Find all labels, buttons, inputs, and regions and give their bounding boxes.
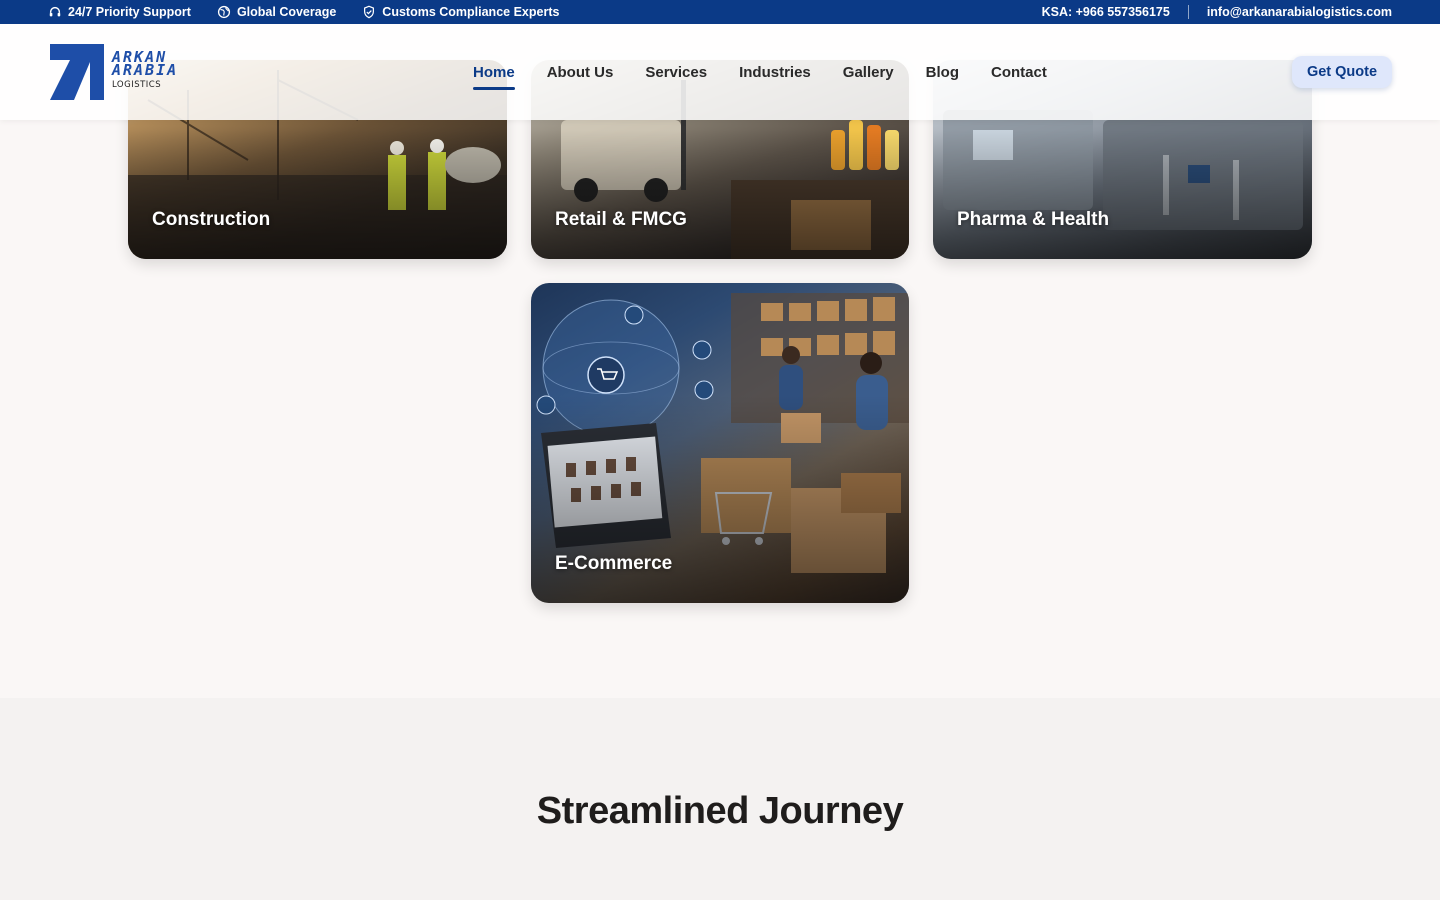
phone-link[interactable]: KSA: +966 557356175 xyxy=(1042,5,1170,19)
nav-industries[interactable]: Industries xyxy=(739,60,811,85)
top-info-bar: 24/7 Priority Support Global Coverage Cu… xyxy=(0,0,1440,24)
top-info-left: 24/7 Priority Support Global Coverage Cu… xyxy=(48,5,559,19)
card-label: E-Commerce xyxy=(555,553,673,574)
arkan-logo-icon xyxy=(50,44,104,100)
site-header: ARKAN ARABIA LOGISTICS Home About Us Ser… xyxy=(0,24,1440,120)
nav-home[interactable]: Home xyxy=(473,60,515,90)
card-overlay xyxy=(531,129,909,259)
coverage-text: Global Coverage xyxy=(236,5,337,19)
compliance-text: Customs Compliance Experts xyxy=(382,5,560,19)
brand-logo[interactable]: ARKAN ARABIA LOGISTICS xyxy=(50,44,210,100)
coverage-info: Global Coverage xyxy=(217,5,336,19)
support-info: 24/7 Priority Support xyxy=(48,5,191,19)
card-label: Pharma & Health xyxy=(957,209,1110,230)
nav-about-us[interactable]: About Us xyxy=(547,60,614,85)
nav-gallery[interactable]: Gallery xyxy=(843,60,894,85)
section-title: Streamlined Journey xyxy=(536,790,904,832)
journey-section: Streamlined Journey xyxy=(0,698,1440,900)
industry-card-ecommerce[interactable]: E-Commerce xyxy=(531,283,909,603)
card-overlay xyxy=(128,129,507,259)
card-overlay xyxy=(933,129,1312,259)
card-label: Construction xyxy=(152,209,271,230)
logo-wordmark: ARKAN ARABIA LOGISTICS xyxy=(112,50,179,91)
headset-icon xyxy=(49,6,61,17)
nav-services[interactable]: Services xyxy=(645,60,707,85)
divider xyxy=(1187,5,1189,19)
nav-contact[interactable]: Contact xyxy=(991,60,1047,85)
top-info-right: KSA: +966 557356175 info@arkanarabialogi… xyxy=(1042,5,1392,19)
logo-line-2: ARABIA xyxy=(112,61,179,79)
card-label: Retail & FMCG xyxy=(555,209,687,230)
email-link[interactable]: info@arkanarabialogistics.com xyxy=(1207,5,1392,19)
nav-blog[interactable]: Blog xyxy=(926,60,959,85)
shield-check-icon xyxy=(364,5,375,19)
get-quote-button[interactable]: Get Quote xyxy=(1292,56,1392,88)
globe-icon xyxy=(217,5,231,19)
main-nav: Home About Us Services Industries Galler… xyxy=(473,24,1047,120)
compliance-info: Customs Compliance Experts xyxy=(362,5,559,19)
logo-subtitle: LOGISTICS xyxy=(112,80,162,90)
support-text: 24/7 Priority Support xyxy=(68,5,191,19)
